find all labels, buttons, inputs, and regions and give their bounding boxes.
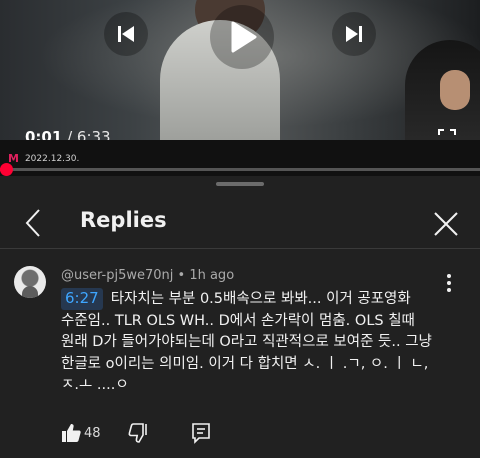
close-icon[interactable]: [432, 210, 460, 238]
replies-header: Replies: [0, 186, 480, 248]
next-icon: [346, 26, 362, 42]
thumb-up-icon[interactable]: [60, 422, 82, 444]
progress-track[interactable]: [0, 168, 480, 171]
like-count: 48: [84, 426, 101, 441]
duration: 6:33: [76, 128, 111, 140]
comment-actions: 48: [0, 422, 480, 448]
replies-panel: Replies @user-pj5we70nj • 1h ago 6:27 타자치…: [0, 176, 480, 458]
playback-time: 0:01 / 6:33: [25, 128, 111, 140]
comment-time: 1h ago: [189, 268, 235, 283]
play-icon: [231, 21, 257, 53]
next-button[interactable]: [332, 12, 376, 56]
scrubber-handle[interactable]: [0, 163, 13, 176]
replies-title: Replies: [80, 208, 167, 232]
comment-author[interactable]: @user-pj5we70nj: [61, 268, 173, 283]
avatar[interactable]: [14, 266, 46, 298]
time-separator: /: [62, 128, 77, 140]
thumb-down-icon[interactable]: [128, 422, 150, 444]
reply-icon[interactable]: [190, 422, 212, 444]
fullscreen-icon[interactable]: [438, 129, 456, 140]
more-vert-icon[interactable]: [441, 272, 457, 294]
current-time: 0:01: [25, 128, 63, 140]
previous-icon: [118, 26, 134, 42]
comment-meta: @user-pj5we70nj • 1h ago: [61, 268, 234, 283]
meta-dot: •: [177, 268, 186, 283]
watermark-date: 2022.12.30.: [24, 153, 80, 164]
header-divider: [0, 248, 480, 249]
comment-body: 6:27 타자치는 부분 0.5배속으로 봐봐... 이거 공포영화 수준임.. …: [61, 288, 441, 397]
timestamp-link[interactable]: 6:27: [61, 288, 103, 310]
play-button[interactable]: [210, 5, 274, 69]
video-watermark: M 2022.12.30.: [8, 152, 79, 165]
video-frame-second-face: [440, 70, 470, 110]
back-chevron-icon[interactable]: [22, 208, 46, 238]
previous-button[interactable]: [104, 12, 148, 56]
video-player[interactable]: 0:01 / 6:33: [0, 0, 480, 140]
comment-text: 타자치는 부분 0.5배속으로 봐봐... 이거 공포영화 수준임.. TLR …: [61, 291, 432, 393]
